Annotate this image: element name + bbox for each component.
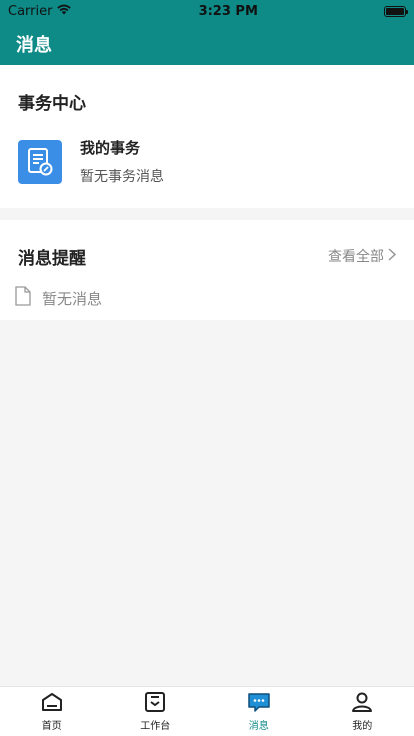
messages-section: 消息提醒 查看全部 暂无消息 [0,220,414,320]
home-icon [41,692,63,715]
carrier-label: Carrier [8,3,53,19]
affair-text: 我的事务 暂无事务消息 [80,137,164,186]
nav-bar: 消息 [0,22,414,65]
affair-document-icon [18,139,62,184]
profile-icon [351,692,373,715]
status-bar: Carrier 3:23 PM [0,0,414,22]
battery-icon [383,5,408,17]
status-left: Carrier [8,3,72,19]
affairs-header: 事务中心 [0,89,414,114]
empty-messages: 暂无消息 [0,286,414,310]
tab-home-label: 首页 [41,720,62,732]
tab-workbench-label: 工作台 [140,720,171,732]
wifi-icon [56,3,72,19]
tab-profile-label: 我的 [352,720,373,732]
affairs-title: 事务中心 [18,93,86,114]
my-affairs-item[interactable]: 我的事务 暂无事务消息 [0,137,414,186]
tab-messages-label: 消息 [248,720,269,732]
tab-home[interactable]: 首页 [0,687,104,736]
affair-subtitle: 暂无事务消息 [80,169,164,185]
status-time: 3:23 PM [198,3,258,19]
chevron-right-icon [388,247,397,265]
tab-messages[interactable]: 消息 [207,687,311,736]
workbench-icon [144,691,166,715]
affairs-section: 事务中心 我的事务 暂无事务消息 [0,65,414,208]
tab-profile[interactable]: 我的 [311,687,414,736]
messages-title: 消息提醒 [18,248,86,269]
view-all-link[interactable]: 查看全部 [328,246,397,266]
empty-messages-text: 暂无消息 [42,289,103,308]
page-title: 消息 [16,34,52,56]
view-all-label: 查看全部 [328,249,384,265]
file-icon [14,286,32,310]
message-icon [247,692,271,715]
affair-title: 我的事务 [80,139,141,157]
section-divider [0,208,414,220]
tab-workbench[interactable]: 工作台 [104,687,208,736]
messages-header: 消息提醒 查看全部 [0,244,414,269]
tab-bar: 首页 工作台 消息 我的 [0,686,414,736]
